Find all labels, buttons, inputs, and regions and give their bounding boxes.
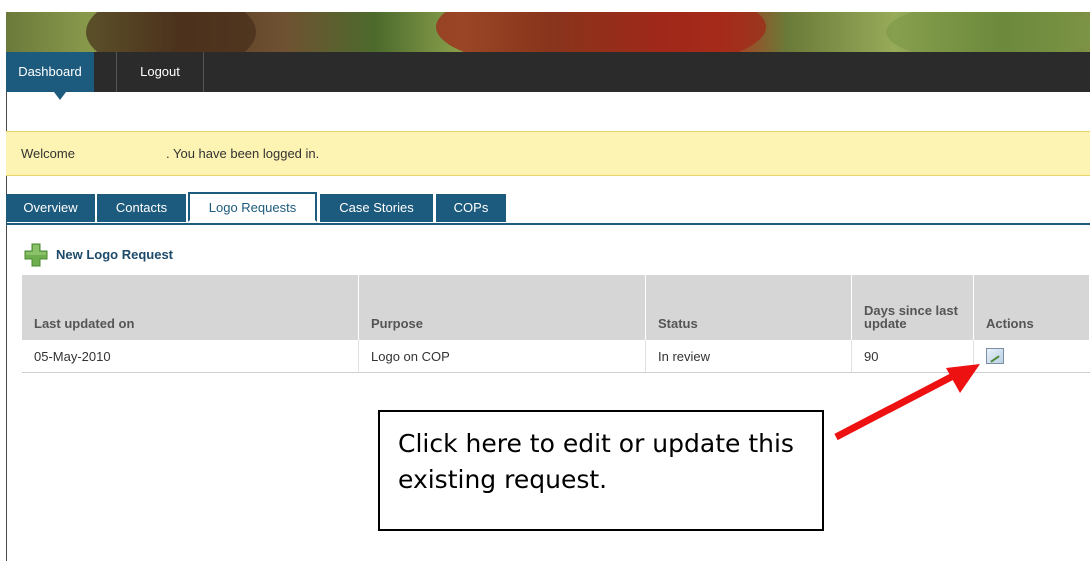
instruction-callout: Click here to edit or update this existi… (378, 410, 824, 531)
